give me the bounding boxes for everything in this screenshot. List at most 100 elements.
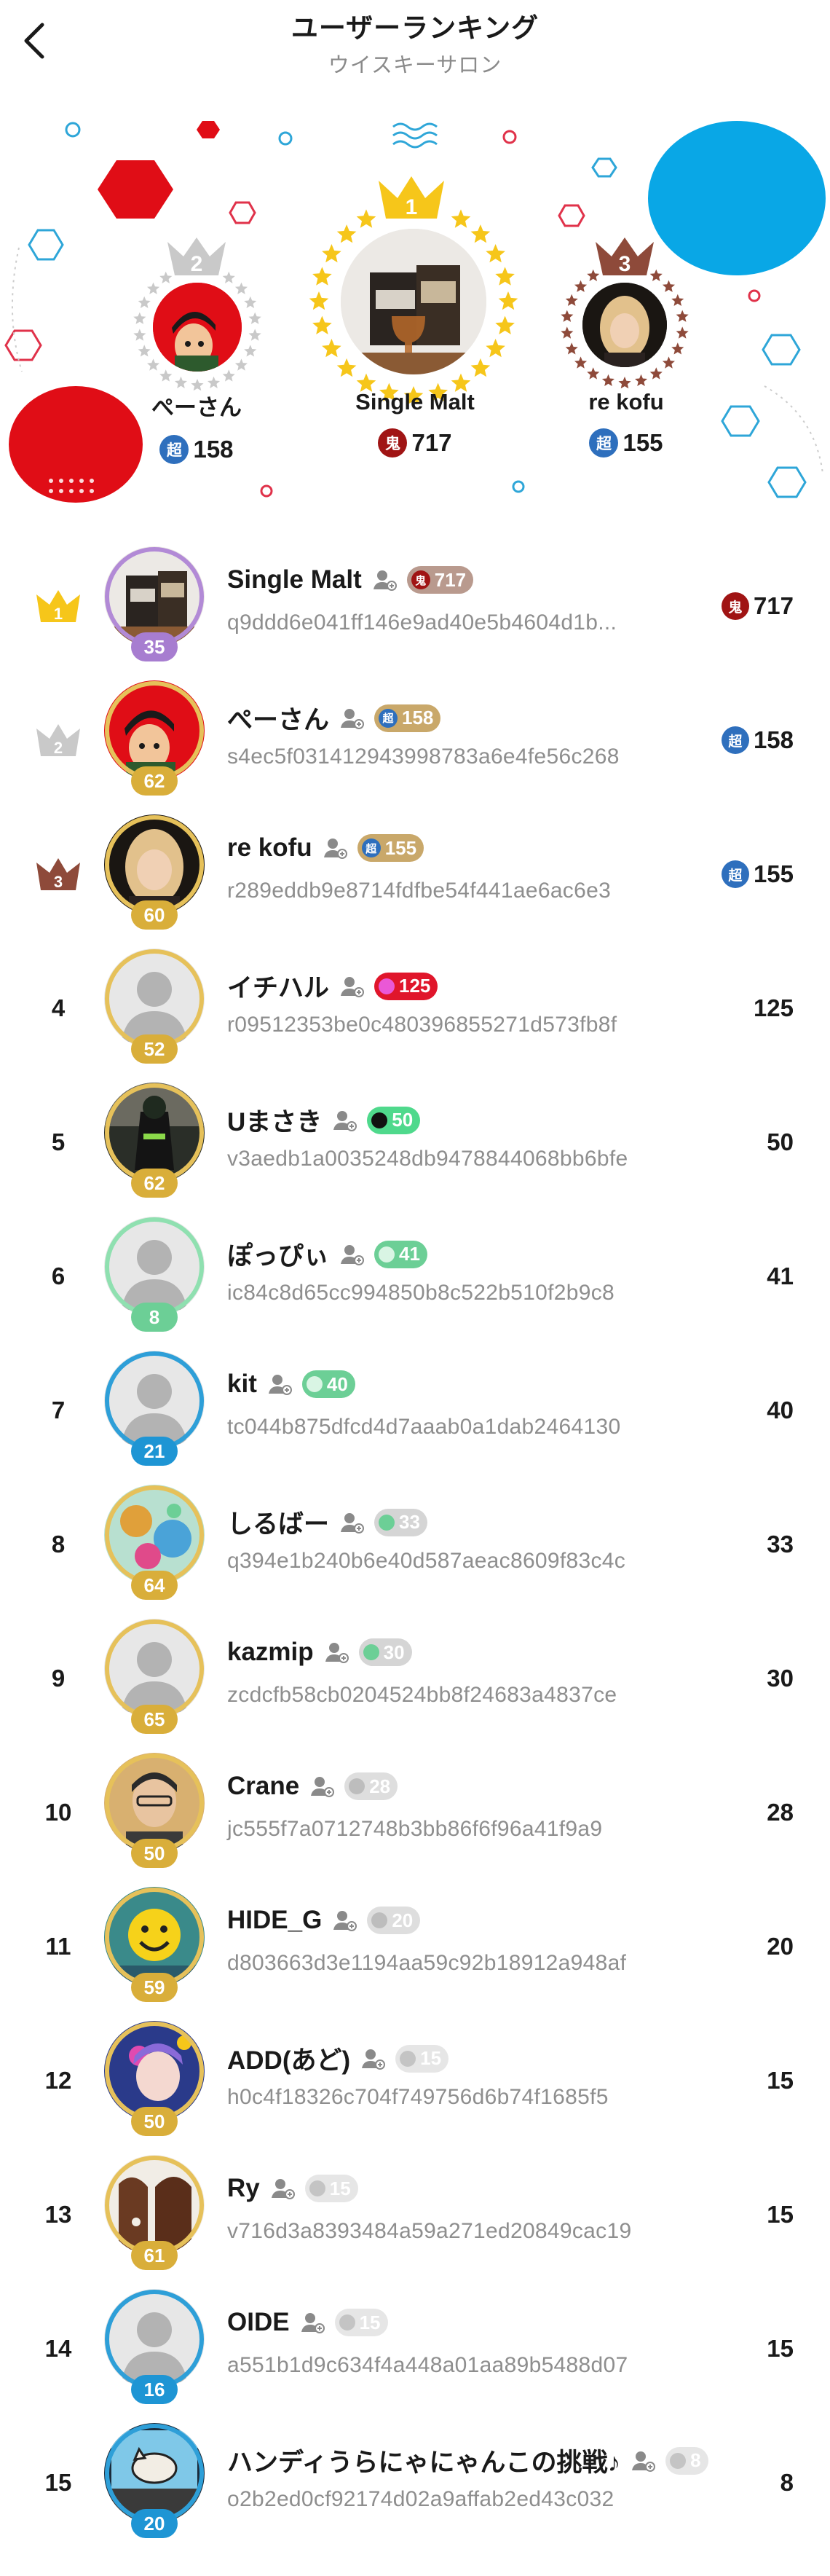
user-name-row: Single Malt 鬼 717 bbox=[227, 565, 474, 594]
user-avatar[interactable]: 62 bbox=[104, 680, 205, 800]
points-pill: 40 bbox=[301, 1370, 355, 1398]
user-avatar[interactable]: 8 bbox=[104, 1217, 205, 1336]
score-cell: 50 bbox=[767, 1075, 794, 1209]
score-value: 50 bbox=[767, 1128, 794, 1155]
user-name: ぺーさん bbox=[227, 706, 330, 734]
podium-second-score-row: 超 158 bbox=[124, 435, 269, 464]
score-cell: 鬼 717 bbox=[721, 539, 794, 673]
status-dot-icon bbox=[349, 1778, 365, 1794]
star-icon bbox=[356, 209, 376, 228]
level-badge: 64 bbox=[131, 1571, 178, 1600]
user-avatar[interactable]: 50 bbox=[104, 2021, 205, 2140]
podium-third[interactable]: re kofu 超 155 bbox=[553, 389, 699, 458]
ranking-row[interactable]: 13 61 Ry 15 v716d3a8393484a59a271ed20849cac1… bbox=[0, 2148, 830, 2282]
podium-avatar-third[interactable] bbox=[582, 283, 667, 367]
user-avatar[interactable]: 59 bbox=[104, 1887, 205, 2006]
user-name-row: Uまさき 50 bbox=[227, 1102, 421, 1139]
user-avatar[interactable]: 64 bbox=[104, 1485, 205, 1604]
ranking-row[interactable]: 5 62 Uまさき 50 v3aedb1a0035248db9478844068bb6b… bbox=[0, 1075, 830, 1209]
user-name: ぽっぴぃ bbox=[227, 1242, 330, 1271]
user-name-row: ADD(あど) 15 bbox=[227, 2040, 449, 2077]
ranking-row[interactable]: 3 60 re kofu 超 155 r289eddb9e8714fdfbe54f441a… bbox=[0, 807, 830, 941]
star-icon bbox=[470, 224, 491, 243]
ranking-row[interactable]: 15 20 ハンディうらにゃにゃんこの挑戦♪ 8 o2b2ed0cf92174d02a9… bbox=[0, 2416, 830, 2550]
star-icon bbox=[312, 315, 332, 334]
user-follow-icon bbox=[325, 1643, 349, 1663]
star-icon bbox=[138, 345, 151, 357]
score-badge-icon: 超 bbox=[721, 860, 749, 888]
rank-crown-icon: 3 bbox=[36, 858, 80, 891]
ranking-row[interactable]: 10 50 Crane 28 jc555f7a0712748b3bb86f6f96a41… bbox=[0, 1746, 830, 1880]
user-name-row: OIDE 15 bbox=[227, 2308, 388, 2337]
points-pill: 125 bbox=[374, 972, 438, 1000]
svg-text:2: 2 bbox=[191, 252, 203, 276]
svg-text:3: 3 bbox=[619, 252, 631, 276]
user-name-row: ぽっぴぃ 41 bbox=[227, 1236, 427, 1273]
super-badge-icon: 超 bbox=[589, 428, 619, 458]
points-pill-value: 125 bbox=[399, 975, 431, 997]
ranking-row[interactable]: 6 8 ぽっぴぃ 41 ic84c8d65cc994850b8c522b510f2b9c… bbox=[0, 1209, 830, 1343]
status-dot-icon bbox=[306, 1376, 323, 1392]
ranking-row[interactable]: 14 16 OIDE 15 a551b1d9c634f4a448a01aa89b5488… bbox=[0, 2282, 830, 2416]
rank-cell: 12 bbox=[29, 2014, 87, 2148]
ranking-row[interactable]: 12 50 ADD(あど) 15 h0c4f18326c704f749756d6b74f… bbox=[0, 2014, 830, 2148]
user-name: re kofu bbox=[227, 833, 312, 862]
user-avatar[interactable]: 65 bbox=[104, 1619, 205, 1738]
user-avatar[interactable]: 16 bbox=[104, 2289, 205, 2408]
user-avatar[interactable]: 61 bbox=[104, 2155, 205, 2274]
score-cell: 40 bbox=[767, 1343, 794, 1477]
user-avatar[interactable]: 21 bbox=[104, 1351, 205, 1470]
user-id: a551b1d9c634f4a448a01aa89b5488d07 bbox=[227, 2353, 628, 2377]
user-avatar[interactable]: 52 bbox=[104, 949, 205, 1068]
page-subtitle: ウイスキーサロン bbox=[328, 54, 502, 77]
points-pill: 超 158 bbox=[374, 704, 441, 732]
star-icon bbox=[662, 356, 675, 369]
status-dot-icon bbox=[371, 1112, 388, 1128]
score-value: 15 bbox=[767, 2201, 794, 2228]
user-avatar[interactable]: 60 bbox=[104, 814, 205, 934]
user-avatar[interactable]: 35 bbox=[104, 546, 205, 666]
rank-number: 12 bbox=[44, 2067, 72, 2094]
user-follow-icon bbox=[632, 2451, 656, 2472]
ranking-row[interactable]: 9 65 kazmip 30 zcdcfb58cb0204524bb8f24683a48… bbox=[0, 1611, 830, 1746]
score-cell: 125 bbox=[754, 941, 794, 1075]
ranking-row[interactable]: 7 21 kit 40 tc044b875dfcd4d7aaab0a1dab246413… bbox=[0, 1343, 830, 1477]
ranking-row[interactable]: 11 59 HIDE_G 20 d803663d3e1194aa59c92b18912a… bbox=[0, 1880, 830, 2014]
star-icon bbox=[312, 267, 332, 286]
podium-first[interactable]: Single Malt 鬼 717 bbox=[320, 389, 510, 458]
user-name-row: Ry 15 bbox=[227, 2174, 358, 2203]
star-icon bbox=[565, 294, 578, 306]
star-icon bbox=[671, 342, 684, 355]
star-icon bbox=[208, 376, 221, 388]
user-name-row: イチハル 125 bbox=[227, 967, 438, 1005]
user-avatar[interactable]: 50 bbox=[104, 1753, 205, 1872]
user-avatar[interactable]: 62 bbox=[104, 1083, 205, 1202]
user-avatar[interactable]: 20 bbox=[104, 2423, 205, 2542]
gold-crown-icon: 1 bbox=[379, 176, 444, 219]
star-icon bbox=[662, 280, 675, 292]
ranking-row[interactable]: 2 62 ぺーさん超 158 s4ec5f031412943998783a6e4fe56… bbox=[0, 673, 830, 807]
points-pill-value: 158 bbox=[402, 707, 434, 729]
points-pill-value: 155 bbox=[384, 836, 417, 859]
podium-avatar-second[interactable] bbox=[153, 283, 242, 372]
rank-number: 10 bbox=[44, 1799, 72, 1826]
ranking-row[interactable]: 1 35 Single Malt 鬼 717 q9ddd6e041ff146e9ad40e… bbox=[0, 539, 830, 673]
rank-cell: 8 bbox=[29, 1477, 87, 1611]
star-icon bbox=[565, 342, 578, 355]
podium-second[interactable]: ぺーさん 超 158 bbox=[124, 389, 269, 464]
podium-avatar-first[interactable] bbox=[341, 229, 486, 374]
score-value: 20 bbox=[767, 1933, 794, 1960]
points-pill: 超 155 bbox=[357, 834, 424, 862]
rank-cell: 7 bbox=[29, 1343, 87, 1477]
user-id: r09512353be0c480396855271d573fb8f bbox=[227, 1013, 617, 1037]
ranking-row[interactable]: 4 52 イチハル 125 r09512353be0c480396855271d573f… bbox=[0, 941, 830, 1075]
user-name-row: Crane 28 bbox=[227, 1772, 398, 1801]
star-icon bbox=[676, 326, 689, 339]
star-icon bbox=[248, 329, 261, 341]
star-icon bbox=[495, 315, 515, 334]
score-badge-icon: 鬼 bbox=[721, 592, 749, 620]
ranking-row[interactable]: 8 64 しるばー 33 q394e1b240b6e40d587aeac8609f83c… bbox=[0, 1477, 830, 1611]
user-name-row: HIDE_G 20 bbox=[227, 1906, 421, 1935]
user-name: イチハル bbox=[227, 974, 330, 1002]
star-icon bbox=[248, 312, 261, 324]
